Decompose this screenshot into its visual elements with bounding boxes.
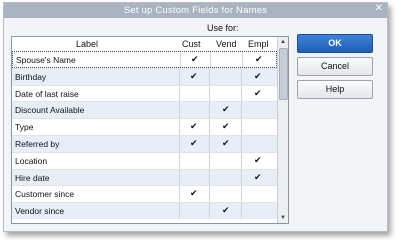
field-label-cell[interactable]: Spouse's Name	[16, 55, 76, 65]
checkmark-cust-icon[interactable]: ✔	[190, 121, 198, 132]
column-divider	[209, 119, 210, 135]
field-label-cell[interactable]: Referred by	[15, 139, 59, 149]
column-divider	[209, 68, 210, 85]
field-label-cell[interactable]: Customer since	[15, 189, 74, 199]
checkmark-cust-icon[interactable]: ✔	[190, 71, 198, 82]
table-row[interactable]: Discount Available ✔	[12, 101, 277, 119]
field-label-cell[interactable]: Birthday	[15, 72, 46, 82]
column-divider	[179, 85, 180, 102]
column-divider	[179, 169, 180, 186]
table-row[interactable]: Location ✔	[12, 151, 277, 169]
table-body: Spouse's Name ✔ ✔ Birthday ✔ ✔ Date of last ra…	[12, 51, 277, 219]
column-divider	[209, 203, 210, 219]
column-divider	[179, 135, 180, 152]
checkmark-cust-icon[interactable]: ✔	[190, 188, 198, 199]
column-header-label: Label	[76, 39, 99, 49]
column-divider	[179, 203, 180, 219]
window-title: Set up Custom Fields for Names	[123, 5, 268, 16]
custom-fields-dialog: Set up Custom Fields for Names ✕ Use for…	[3, 2, 388, 232]
column-divider	[241, 119, 242, 135]
ok-button[interactable]: OK	[297, 34, 373, 53]
column-divider	[209, 186, 210, 203]
help-button[interactable]: Help	[297, 80, 373, 99]
column-header-cust: Cust	[182, 39, 201, 49]
field-label-cell[interactable]: Location	[15, 156, 47, 166]
column-divider	[242, 52, 243, 67]
field-label-cell[interactable]: Hire date	[15, 173, 50, 183]
custom-fields-table: Label Cust Vend Empl Spouse's Name ✔ ✔ Birt…	[11, 36, 289, 224]
column-divider	[241, 152, 242, 169]
checkmark-vend-icon[interactable]: ✔	[222, 104, 230, 115]
column-divider	[241, 203, 242, 219]
column-divider	[241, 102, 242, 119]
checkmark-empl-icon[interactable]: ✔	[255, 54, 263, 65]
field-label-cell[interactable]: Date of last raise	[15, 89, 79, 99]
table-row[interactable]: Birthday ✔ ✔	[12, 67, 277, 85]
column-divider	[210, 52, 211, 67]
checkmark-empl-icon[interactable]: ✔	[254, 172, 262, 183]
column-divider	[241, 169, 242, 186]
column-divider	[179, 102, 180, 119]
column-divider	[179, 186, 180, 203]
column-divider	[209, 152, 210, 169]
checkmark-cust-icon[interactable]: ✔	[191, 54, 199, 65]
checkmark-vend-icon[interactable]: ✔	[222, 205, 230, 216]
column-divider	[241, 68, 242, 85]
cancel-button[interactable]: Cancel	[297, 57, 373, 76]
column-divider	[179, 152, 180, 169]
column-divider	[209, 85, 210, 102]
column-divider	[209, 102, 210, 119]
checkmark-empl-icon[interactable]: ✔	[254, 71, 262, 82]
table-row[interactable]: Referred by ✔ ✔	[12, 134, 277, 152]
checkmark-empl-icon[interactable]: ✔	[254, 155, 262, 166]
table-row[interactable]: Vendor since ✔	[12, 202, 277, 219]
column-header-empl: Empl	[248, 39, 269, 49]
close-icon[interactable]: ✕	[375, 3, 383, 14]
column-header-vend: Vend	[216, 39, 237, 49]
column-divider	[241, 186, 242, 203]
column-divider	[179, 68, 180, 85]
checkmark-vend-icon[interactable]: ✔	[222, 121, 230, 132]
checkmark-empl-icon[interactable]: ✔	[254, 88, 262, 99]
column-divider	[180, 52, 181, 67]
column-divider	[209, 135, 210, 152]
checkmark-cust-icon[interactable]: ✔	[190, 138, 198, 149]
column-divider	[209, 169, 210, 186]
title-bar: Set up Custom Fields for Names ✕	[4, 3, 387, 18]
table-row[interactable]: Type ✔ ✔	[12, 118, 277, 135]
checkmark-vend-icon[interactable]: ✔	[222, 138, 230, 149]
column-divider	[241, 85, 242, 102]
table-header: Label Cust Vend Empl	[12, 37, 277, 51]
field-label-cell[interactable]: Vendor since	[15, 206, 64, 216]
field-label-cell[interactable]: Type	[15, 122, 33, 132]
column-divider	[179, 119, 180, 135]
scroll-up-icon[interactable]: ▲	[279, 38, 287, 46]
column-divider	[241, 135, 242, 152]
vertical-scrollbar[interactable]: ▲ ▼	[277, 37, 288, 223]
field-label-cell[interactable]: Discount Available	[15, 105, 84, 115]
table-row[interactable]: Spouse's Name ✔ ✔	[12, 51, 277, 68]
table-row[interactable]: Hire date ✔	[12, 168, 277, 186]
table-row[interactable]: Date of last raise ✔	[12, 84, 277, 102]
use-for-label: Use for:	[207, 23, 239, 33]
table-row[interactable]: Customer since ✔	[12, 185, 277, 203]
scroll-thumb[interactable]	[279, 48, 288, 100]
scroll-down-icon[interactable]: ▼	[279, 214, 287, 222]
